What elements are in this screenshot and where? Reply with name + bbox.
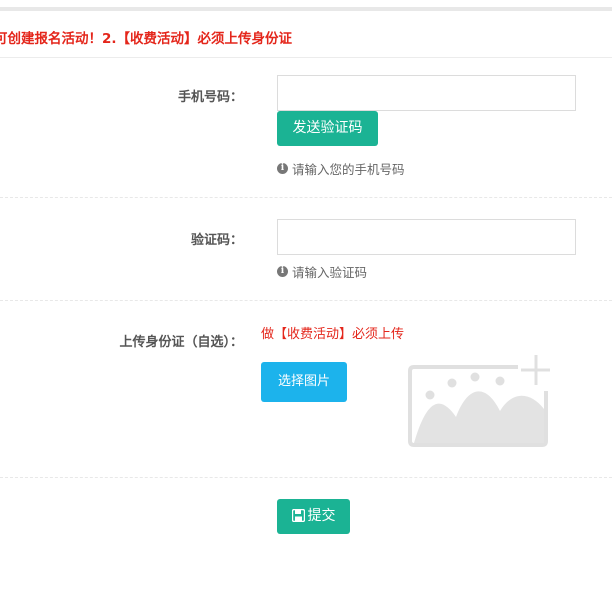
submit-button[interactable]: 提交 (277, 499, 350, 534)
id-upload-note: 做【收费活动】必须上传 (261, 327, 405, 342)
row-divider (0, 477, 612, 478)
image-placeholder-icon[interactable] (408, 355, 550, 449)
code-hint: i 请输入验证码 (277, 262, 367, 281)
choose-image-button[interactable]: 选择图片 (261, 362, 347, 402)
info-circle-icon: i (277, 163, 288, 174)
phone-hint-text: 请输入您的手机号码 (292, 162, 405, 177)
row-divider (0, 197, 612, 198)
phone-input[interactable] (277, 75, 576, 111)
floppy-disk-icon (291, 509, 305, 522)
code-hint-text: 请输入验证码 (292, 265, 368, 280)
notice-text: 可创建报名活动！2.【收费活动】必须上传身份证 (0, 31, 293, 47)
submit-label: 提交 (307, 508, 336, 524)
row-divider (0, 300, 612, 301)
notice-banner: 可创建报名活动！2.【收费活动】必须上传身份证 (0, 11, 612, 58)
phone-hint: i 请输入您的手机号码 (277, 159, 405, 178)
code-label: 验证码： (190, 233, 243, 248)
send-code-button[interactable]: 发送验证码 (277, 111, 378, 146)
info-circle-icon: i (277, 266, 288, 277)
phone-label: 手机号码： (177, 90, 243, 105)
id-upload-label: 上传身份证（自选）： (119, 335, 243, 350)
code-input[interactable] (277, 219, 576, 255)
